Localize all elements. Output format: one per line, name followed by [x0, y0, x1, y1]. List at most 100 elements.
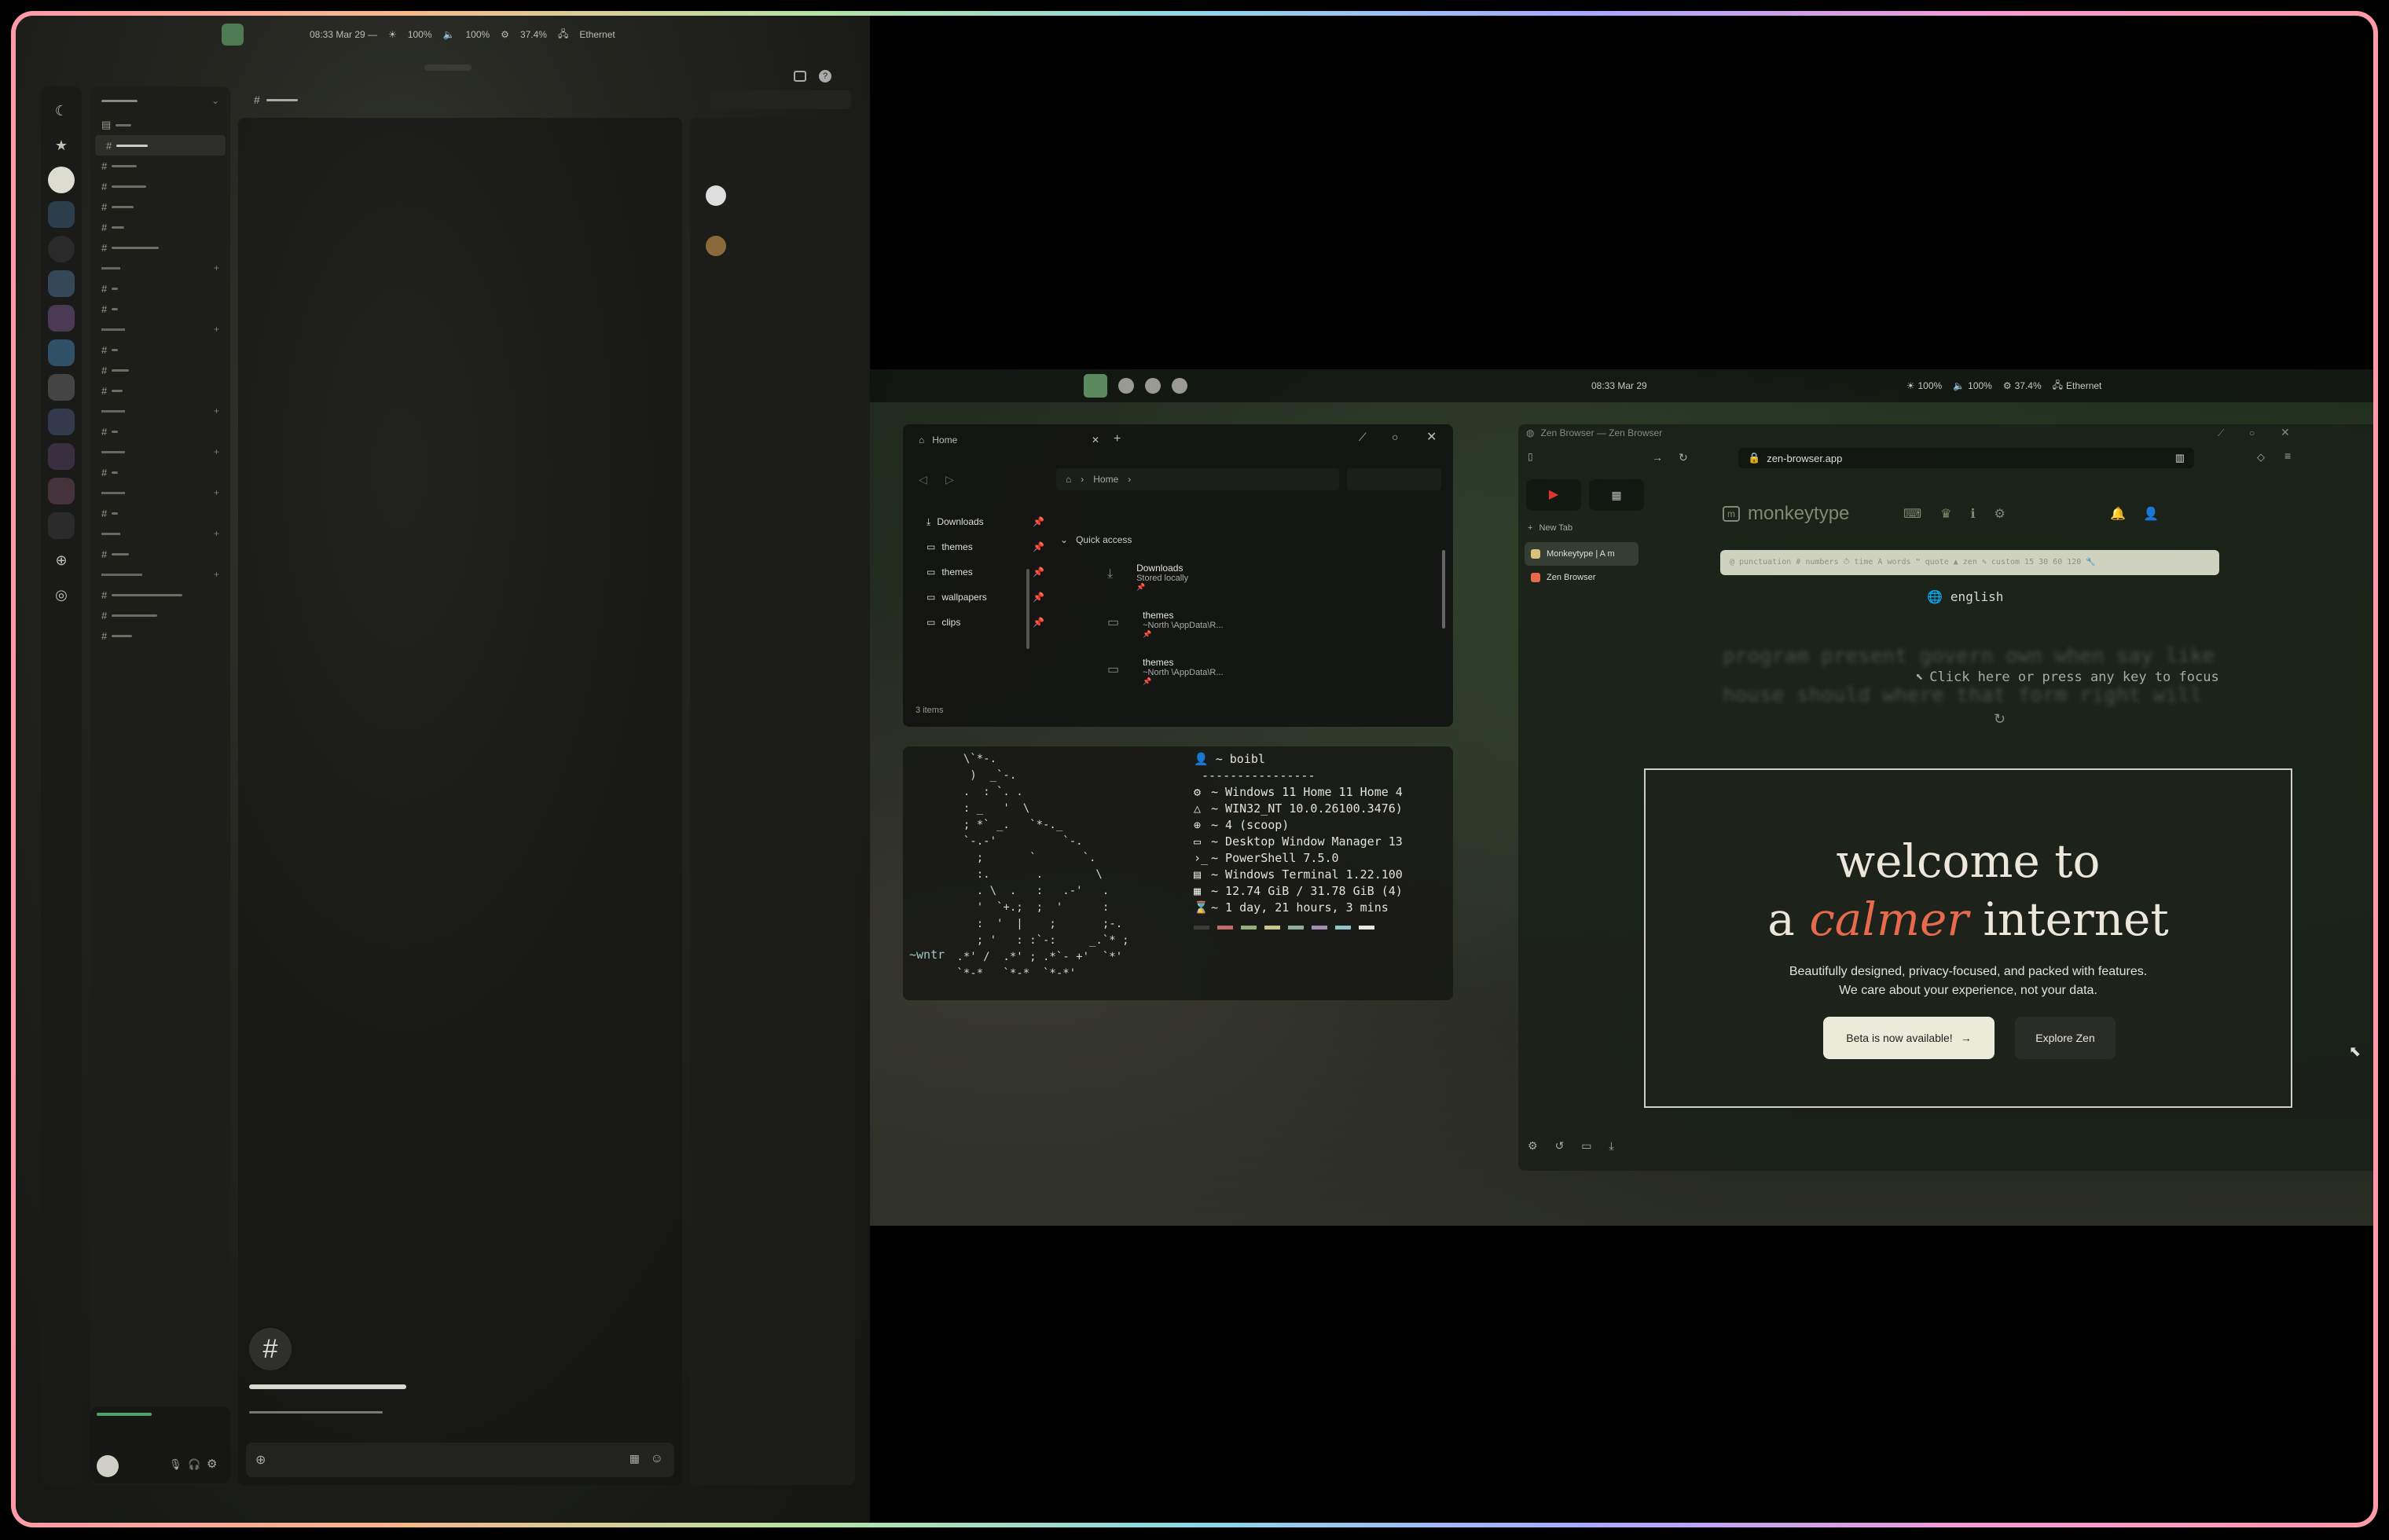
channel-item[interactable]: #: [90, 421, 230, 442]
channel-item[interactable]: #: [90, 299, 230, 319]
minimize-icon[interactable]: ⟋: [1359, 431, 1367, 444]
address-bar[interactable]: ⌂ › Home ›: [1056, 468, 1339, 490]
channel-item[interactable]: #: [90, 278, 230, 299]
add-attachment-icon[interactable]: ⊕: [255, 1452, 266, 1468]
moon-icon[interactable]: ☾: [48, 97, 75, 124]
menu-icon[interactable]: ≡: [2284, 449, 2291, 462]
maximize-icon[interactable]: ○: [1392, 431, 1398, 443]
category-header[interactable]: +: [90, 258, 230, 278]
account-icon[interactable]: 👤: [2143, 506, 2159, 522]
url-bar[interactable]: 🔒 zen-browser.app ▥: [1738, 448, 2194, 468]
channel-item[interactable]: #: [90, 156, 230, 176]
browser-tab[interactable]: Monkeytype | A m: [1525, 542, 1639, 566]
workspace-3[interactable]: [1145, 378, 1161, 394]
quick-access-item[interactable]: ⤓ Downloads Stored locally 📌: [1107, 559, 1437, 607]
gift-icon[interactable]: ▦: [629, 1452, 640, 1465]
category-header[interactable]: +: [90, 442, 230, 462]
headphones-icon[interactable]: 🎧: [188, 1458, 200, 1471]
channel-item[interactable]: #: [90, 360, 230, 380]
help-icon[interactable]: ?: [819, 70, 831, 82]
browser-tab[interactable]: Zen Browser: [1525, 566, 1639, 589]
category-header[interactable]: +: [90, 482, 230, 503]
channel-item[interactable]: #: [90, 585, 230, 605]
channel-item[interactable]: #: [90, 544, 230, 564]
close-icon[interactable]: ✕: [1426, 429, 1437, 445]
crown-icon[interactable]: ♛: [1940, 506, 1951, 522]
channel-item[interactable]: #: [90, 605, 230, 625]
channel-item[interactable]: #: [90, 339, 230, 360]
sidebar-item-Downloads[interactable]: ⤓ Downloads 📌: [927, 509, 1044, 534]
search-input[interactable]: [710, 90, 851, 109]
explorer-tab[interactable]: ⌂ Home ✕: [911, 429, 1099, 451]
config-bar[interactable]: @ punctuation # numbers ⏱ time A words ❝…: [1720, 550, 2219, 575]
new-tab-icon[interactable]: +: [1114, 432, 1121, 446]
maximize-icon[interactable]: ○: [2249, 427, 2255, 438]
channel-item[interactable]: #: [90, 217, 230, 237]
server-folder[interactable]: [48, 478, 75, 504]
items-scrollbar[interactable]: [1442, 550, 1445, 629]
server-folder[interactable]: [48, 339, 75, 366]
channel-item[interactable]: #: [90, 196, 230, 217]
channel-item[interactable]: #: [90, 380, 230, 401]
server-folder[interactable]: [48, 409, 75, 435]
mute-icon[interactable]: 🎙: [169, 1458, 182, 1471]
reader-icon[interactable]: ▥: [2175, 452, 2185, 464]
window-icon[interactable]: ▭: [1581, 1139, 1591, 1153]
member-avatar[interactable]: [706, 185, 726, 206]
explore-button[interactable]: Explore Zen: [2015, 1017, 2116, 1059]
channel-item[interactable]: #: [90, 625, 230, 646]
server-folder[interactable]: [48, 305, 75, 332]
server-folder[interactable]: [48, 270, 75, 297]
channel-item[interactable]: #: [90, 237, 230, 258]
sidebar-toggle-icon[interactable]: ▯: [1528, 451, 1533, 462]
workspace-4[interactable]: [1172, 378, 1187, 394]
server-folder[interactable]: [48, 512, 75, 539]
close-icon[interactable]: ✕: [2281, 426, 2290, 439]
avatar[interactable]: [97, 1455, 119, 1477]
server-icon[interactable]: [48, 167, 75, 193]
server-icon[interactable]: [48, 236, 75, 262]
close-tab-icon[interactable]: ✕: [1092, 434, 1099, 446]
sidebar-scrollbar[interactable]: [1026, 569, 1029, 649]
extensions-icon[interactable]: ◇: [2257, 451, 2265, 464]
pinned-tab[interactable]: ▦: [1589, 479, 1644, 511]
category-header[interactable]: +: [90, 523, 230, 544]
server-folder[interactable]: [48, 201, 75, 228]
workspace-1[interactable]: [1084, 374, 1107, 398]
star-icon[interactable]: ★: [48, 132, 75, 159]
settings-icon[interactable]: ⚙: [1528, 1139, 1538, 1153]
channel-item-selected[interactable]: #: [95, 135, 226, 156]
inbox-icon[interactable]: [794, 71, 806, 82]
category-header[interactable]: +: [90, 401, 230, 421]
server-name-header[interactable]: ⌄: [90, 86, 230, 115]
restart-icon[interactable]: ↻: [1994, 711, 2006, 728]
back-icon[interactable]: ◁: [919, 473, 927, 486]
bell-icon[interactable]: 🔔: [2110, 506, 2126, 522]
forward-icon[interactable]: ▷: [945, 473, 954, 486]
server-folder[interactable]: [48, 443, 75, 470]
message-input[interactable]: ⊕ ☺ ▦: [246, 1443, 674, 1477]
explorer-search[interactable]: [1347, 468, 1441, 490]
add-server-icon[interactable]: ⊕: [48, 547, 75, 574]
category-header[interactable]: +: [90, 319, 230, 339]
workspace-indicator[interactable]: [222, 24, 244, 46]
member-avatar[interactable]: [706, 236, 726, 256]
workspace-2[interactable]: [1118, 378, 1134, 394]
discover-icon[interactable]: ◎: [48, 581, 75, 608]
server-folder[interactable]: [48, 374, 75, 401]
beta-button[interactable]: Beta is now available! →: [1823, 1017, 1995, 1059]
quick-access-item[interactable]: ▭ themes ~North \AppData\R... 📌: [1107, 607, 1437, 654]
keyboard-icon[interactable]: ⌨: [1903, 506, 1921, 522]
sidebar-item-themes[interactable]: ▭ themes 📌: [927, 534, 1044, 559]
category-header[interactable]: +: [90, 564, 230, 585]
channel-item[interactable]: #: [90, 462, 230, 482]
quick-access-item[interactable]: ▭ themes ~North \AppData\R... 📌: [1107, 654, 1437, 701]
quick-access-header[interactable]: ⌄ Quick access: [1060, 534, 1132, 545]
pinned-youtube[interactable]: ▶: [1526, 479, 1581, 511]
gear-icon[interactable]: ⚙: [1995, 506, 2006, 522]
language-selector[interactable]: 🌐 english: [1927, 589, 2003, 604]
minimize-icon[interactable]: ⟋: [2218, 427, 2224, 439]
monkeytype-logo[interactable]: m monkeytype: [1723, 503, 1849, 525]
focus-hint[interactable]: ⬉ Click here or press any key to focus: [1915, 669, 2219, 685]
download-icon[interactable]: ⤓: [1609, 1139, 1614, 1153]
